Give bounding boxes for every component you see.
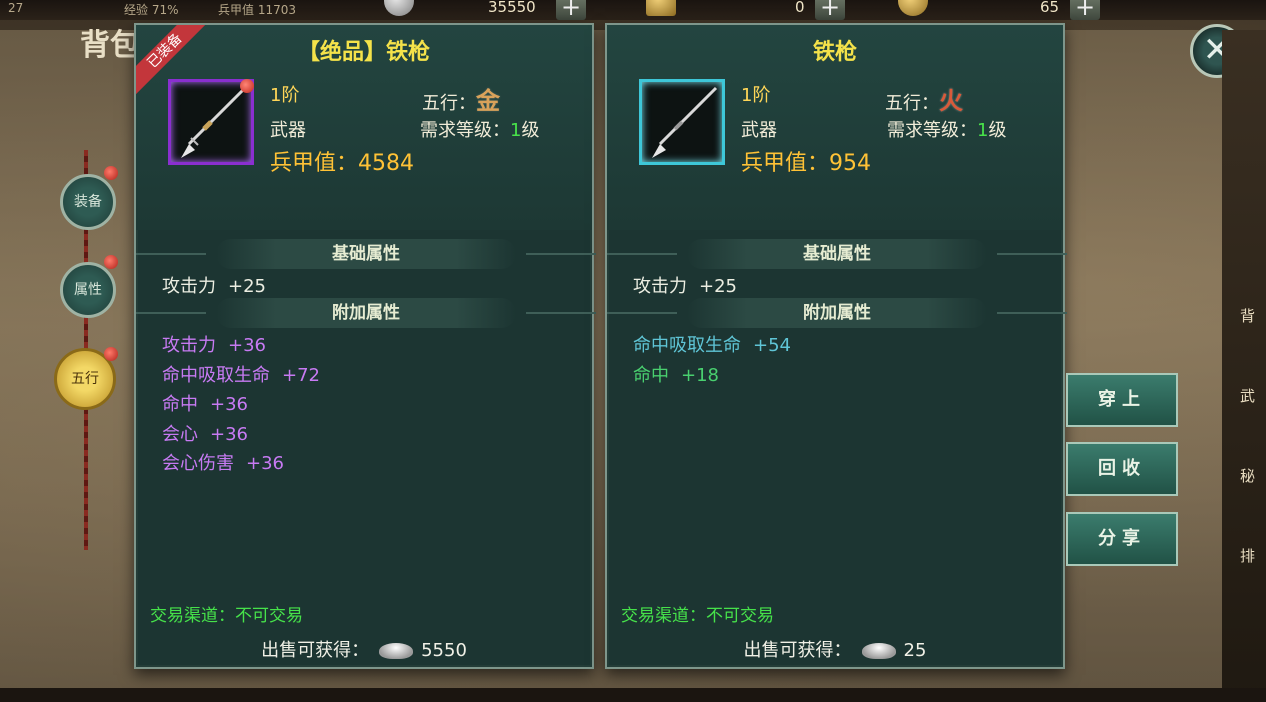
gold-coin-icon [898,0,928,16]
stat-row: 命中 +18 [633,365,719,386]
stat-row: 命中 +36 [162,394,248,415]
bottom-strip [0,688,1266,702]
right-menu-item[interactable]: 秘 [1240,465,1255,486]
item-tier: 1阶 [741,85,771,106]
extra-attributes-header: 附加属性 [136,298,596,328]
stat-row: 攻击力 +36 [162,335,266,356]
tab-attributes-notify-dot [104,255,118,269]
item-power: 兵甲值：4584 [270,151,415,176]
stat-row: 命中吸取生命 +72 [162,365,320,386]
add-ticket-button[interactable]: + [815,0,845,20]
silver-ingot-icon [379,643,414,659]
gold-amount: 65 [1040,0,1060,16]
item-required-level: 需求等级：1级 [887,120,1007,141]
share-button[interactable]: 分享 [1066,512,1178,566]
item-title: 【绝品】铁枪 [297,40,430,65]
item-icon-frame[interactable] [168,79,254,165]
item-wuxing: 五行：火 [885,86,963,115]
stat-row: 命中吸取生命 +54 [633,335,791,356]
top-resource-bar: 27 经验 71% 兵甲值 11703 35550 + 0 + 65 + [0,0,1266,20]
right-menu-item[interactable]: 排 [1240,545,1255,566]
new-item-dot [240,79,254,93]
tab-equipment-notify-dot [104,166,118,180]
add-gold-button[interactable]: + [1070,0,1100,20]
player-level: 27 [8,1,24,15]
spear-icon [181,86,247,158]
item-required-level: 需求等级：1级 [420,120,540,141]
add-silver-button[interactable]: + [556,0,586,20]
bag-title: 背包 [80,28,140,63]
item-type: 武器 [741,120,777,141]
sell-price: 出售可获得： 25 [743,640,927,661]
item-icon-frame[interactable] [639,79,725,165]
item-title: 铁枪 [812,40,857,65]
trade-channel: 交易渠道：不可交易 [621,606,774,626]
equip-button[interactable]: 穿上 [1066,373,1178,427]
ticket-icon [646,0,676,16]
tab-attributes[interactable]: 属性 [60,262,116,318]
silver-ingot-icon [861,643,896,659]
right-side-menu: 背 武 秘 排 [1222,30,1266,702]
item-wuxing: 五行：金 [422,86,500,115]
item-tier: 1阶 [270,85,300,106]
stat-row: 会心伤害 +36 [162,453,284,474]
equipped-item-panel: 已装备 【绝品】铁枪 1阶 武器 兵甲值：4584 五行：金 需求等级：1级 基… [134,23,596,669]
right-menu-item[interactable]: 背 [1240,305,1255,326]
stat-row: 会心 +36 [162,424,248,445]
right-menu-item[interactable]: 武 [1240,385,1255,406]
item-type: 武器 [270,120,306,141]
stat-row: 攻击力 +25 [633,276,737,297]
base-attributes-header: 基础属性 [607,239,1067,269]
wuxing-metal-icon: 金 [476,86,500,115]
recycle-button[interactable]: 回收 [1066,442,1178,496]
trade-channel: 交易渠道：不可交易 [150,606,303,626]
wuxing-fire-icon: 火 [939,86,963,115]
silver-coin-icon [384,0,414,16]
selected-item-panel: 铁枪 1阶 武器 兵甲值：954 五行：火 需求等级：1级 基础属性 攻击力 +2… [605,23,1067,669]
exp-text: 经验 71% [124,3,179,17]
silver-amount: 35550 [488,0,536,16]
sell-price: 出售可获得： 5550 [261,640,467,661]
power-text: 兵甲值 11703 [218,3,296,17]
spear-icon [652,86,718,158]
tab-equipment[interactable]: 装备 [60,174,116,230]
stat-row: 攻击力 +25 [162,276,266,297]
extra-attributes-header: 附加属性 [607,298,1067,328]
tab-wuxing-notify-dot [104,347,118,361]
ticket-amount: 0 [795,0,805,16]
base-attributes-header: 基础属性 [136,239,596,269]
item-power: 兵甲值：954 [741,151,872,176]
